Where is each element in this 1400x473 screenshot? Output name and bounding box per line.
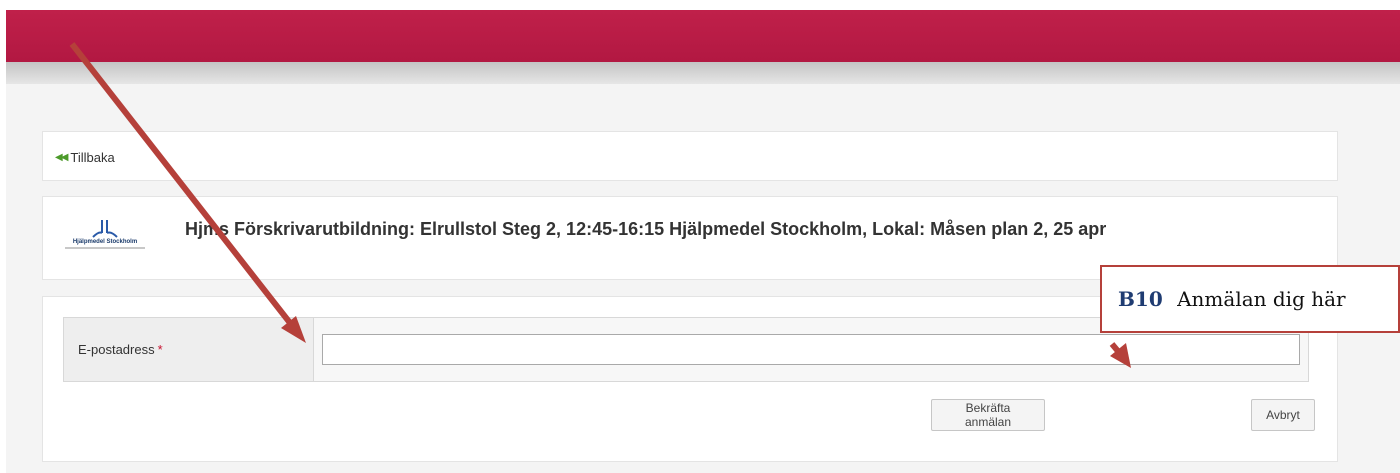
callout-text: Anmälan dig här (1177, 287, 1346, 311)
annotation-arrows (69, 42, 1131, 368)
instruction-callout: B10 Anmälan dig här (1100, 265, 1400, 333)
arrow-to-confirm-button (1109, 342, 1131, 368)
arrow-to-email-field (69, 42, 306, 343)
callout-code: B10 (1118, 287, 1163, 311)
